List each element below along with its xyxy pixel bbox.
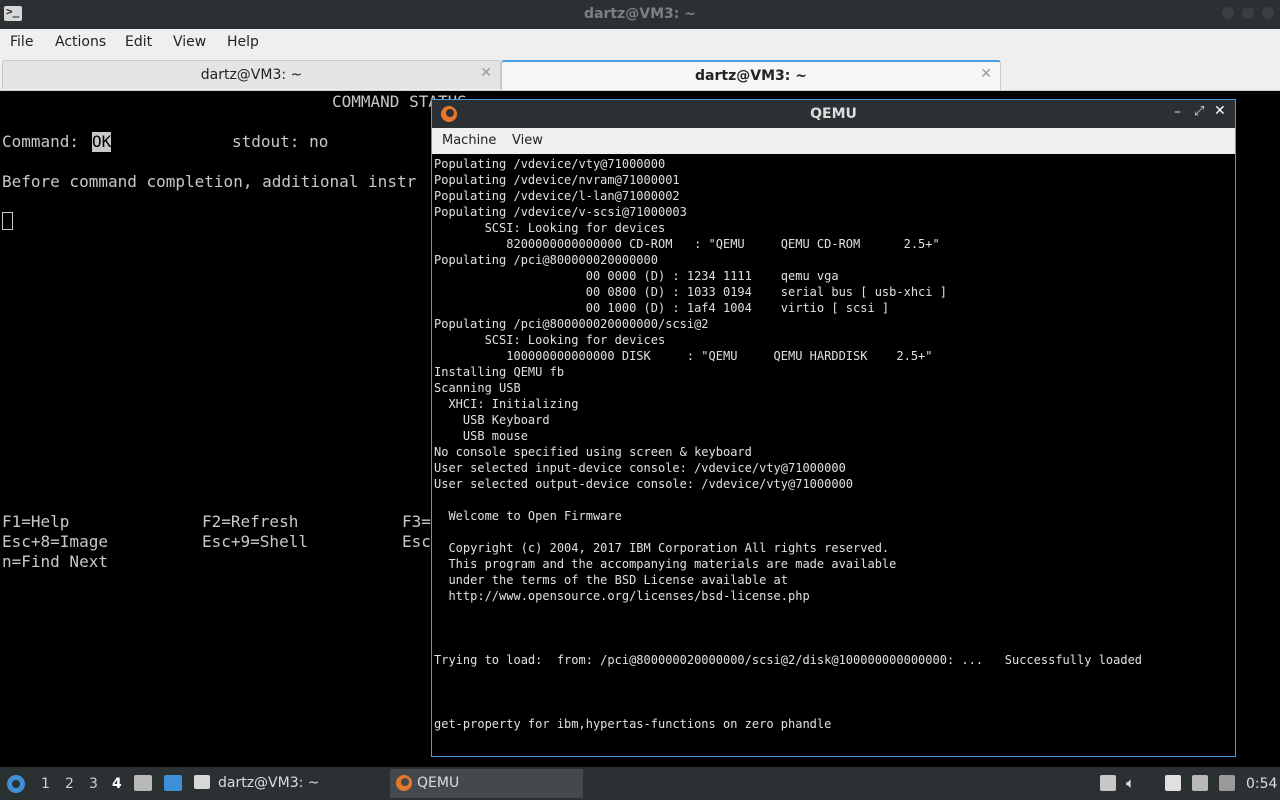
start-menu-icon[interactable] <box>6 774 26 794</box>
tab-label: dartz@VM3: ~ <box>200 67 303 83</box>
maximize-button[interactable] <box>1242 7 1254 19</box>
console-line: Scanning USB <box>434 381 521 395</box>
task-qemu[interactable]: QEMU <box>390 769 583 798</box>
workspace-1[interactable]: 1 <box>41 776 50 792</box>
console-line: Populating /vdevice/v-scsi@71000003 <box>434 205 687 219</box>
close-tab-icon[interactable]: ✕ <box>480 65 492 81</box>
notes-tray-icon[interactable] <box>1100 775 1116 791</box>
file-manager-icon[interactable] <box>134 775 152 791</box>
fkey-refresh: F2=Refresh <box>202 512 299 531</box>
console-line: Welcome to Open Firmware <box>434 509 622 523</box>
qemu-menu-machine[interactable]: Machine <box>442 133 496 148</box>
qemu-menu-view[interactable]: View <box>512 133 543 148</box>
console-line: Installing QEMU fb <box>434 365 565 379</box>
tab-label: dartz@VM3: ~ <box>695 68 807 84</box>
console-line: No console specified using screen & keyb… <box>434 445 752 459</box>
console-line: Populating /pci@800000020000000/scsi@2 <box>434 317 709 331</box>
menubar: File Actions Edit View Help <box>0 29 1280 57</box>
clock: 0:54 <box>1246 776 1278 792</box>
workspace-2[interactable]: 2 <box>65 776 74 792</box>
console-line: under the terms of the BSD License avail… <box>434 573 789 587</box>
console-line: Trying to load: from: /pci@8000000200000… <box>434 653 1143 667</box>
console-line: 00 1000 (D) : 1af4 1004 virtio [ scsi ] <box>434 301 890 315</box>
console-line: http://www.opensource.org/licenses/bsd-l… <box>434 589 810 603</box>
console-line: 00 0000 (D) : 1234 1111 qemu vga <box>434 269 839 283</box>
qemu-task-icon <box>396 775 412 791</box>
fkey-help: F1=Help <box>2 512 70 531</box>
taskbar: 1 2 3 4 dartz@VM3: ~ QEMU 🔈︎ 0:54 <box>0 767 1280 800</box>
console-line: USB mouse <box>434 429 528 443</box>
menu-actions[interactable]: Actions <box>55 34 106 50</box>
desktop-icon[interactable] <box>164 775 182 791</box>
command-label: Command: <box>2 132 80 151</box>
terminal-task-icon <box>194 775 210 789</box>
task-label: dartz@VM3: ~ <box>218 775 320 791</box>
tab-terminal-1[interactable]: dartz@VM3: ~ ✕ <box>2 60 501 89</box>
completion-note: Before command completion, additional in… <box>2 172 417 191</box>
menu-edit[interactable]: Edit <box>125 34 152 50</box>
console-line: SCSI: Looking for devices <box>434 333 666 347</box>
qemu-minimize-button[interactable]: – <box>1174 104 1181 120</box>
menu-view[interactable]: View <box>173 34 206 50</box>
console-line: 8200000000000000 CD-ROM : "QEMU QEMU CD-… <box>434 237 940 251</box>
console-line: Populating /vdevice/nvram@71000001 <box>434 173 680 187</box>
fkey-esc: Esc <box>402 532 431 551</box>
console-line: User selected input-device console: /vde… <box>434 461 846 475</box>
clipboard-icon[interactable] <box>1165 775 1181 791</box>
minimize-button[interactable] <box>1222 7 1234 19</box>
console-line: This program and the accompanying materi… <box>434 557 897 571</box>
qemu-titlebar: QEMU – ⤢ ✕ <box>432 100 1235 128</box>
console-line: XHCI: Initializing <box>434 397 579 411</box>
console-line: SCSI: Looking for devices <box>434 221 666 235</box>
volume-icon[interactable]: 🔈︎ <box>1126 774 1135 792</box>
menu-file[interactable]: File <box>10 34 33 50</box>
task-label: QEMU <box>417 775 460 791</box>
close-tab-icon[interactable]: ✕ <box>980 66 992 82</box>
menu-help[interactable]: Help <box>227 34 259 50</box>
command-status-value: OK <box>92 132 112 152</box>
qemu-console-screen[interactable]: Populating /vdevice/vty@71000000 Populati… <box>432 154 1235 756</box>
qemu-title: QEMU <box>810 106 857 122</box>
tab-bar: dartz@VM3: ~ ✕ dartz@VM3: ~ ✕ <box>0 57 1280 91</box>
text-cursor <box>2 212 13 230</box>
console-line: Populating /vdevice/l-lan@71000002 <box>434 189 680 203</box>
network-icon[interactable] <box>1219 775 1235 791</box>
workspace-3[interactable]: 3 <box>89 776 98 792</box>
task-terminal[interactable]: dartz@VM3: ~ <box>190 769 382 798</box>
qemu-maximize-button[interactable]: ⤢ <box>1194 104 1204 119</box>
display-icon[interactable] <box>1192 775 1208 791</box>
fkey-find-next: n=Find Next <box>2 552 108 571</box>
qemu-close-button[interactable]: ✕ <box>1214 103 1226 119</box>
window-title: dartz@VM3: ~ <box>584 6 696 22</box>
qemu-menubar: Machine View <box>432 128 1235 154</box>
console-line: Populating /pci@800000020000000 <box>434 253 658 267</box>
console-line: get-property for ibm,hypertas-functions … <box>434 717 832 731</box>
stdout-status: stdout: no <box>232 132 329 151</box>
fkey-image: Esc+8=Image <box>2 532 108 551</box>
console-line: 00 0800 (D) : 1033 0194 serial bus [ usb… <box>434 285 947 299</box>
close-button[interactable] <box>1262 7 1274 19</box>
console-line: Populating /vdevice/vty@71000000 <box>434 157 666 171</box>
tab-terminal-2[interactable]: dartz@VM3: ~ ✕ <box>501 60 1001 90</box>
window-titlebar: >_ dartz@VM3: ~ <box>0 0 1280 29</box>
console-line: User selected output-device console: /vd… <box>434 477 854 491</box>
qemu-window[interactable]: QEMU – ⤢ ✕ Machine View Populating /vdev… <box>431 99 1236 757</box>
console-line: USB Keyboard <box>434 413 550 427</box>
fkey-shell: Esc+9=Shell <box>202 532 308 551</box>
console-line: 100000000000000 DISK : "QEMU QEMU HARDDI… <box>434 349 933 363</box>
fkey-f3: F3= <box>402 512 431 531</box>
console-line: Copyright (c) 2004, 2017 IBM Corporation… <box>434 541 890 555</box>
workspace-4[interactable]: 4 <box>112 776 122 792</box>
